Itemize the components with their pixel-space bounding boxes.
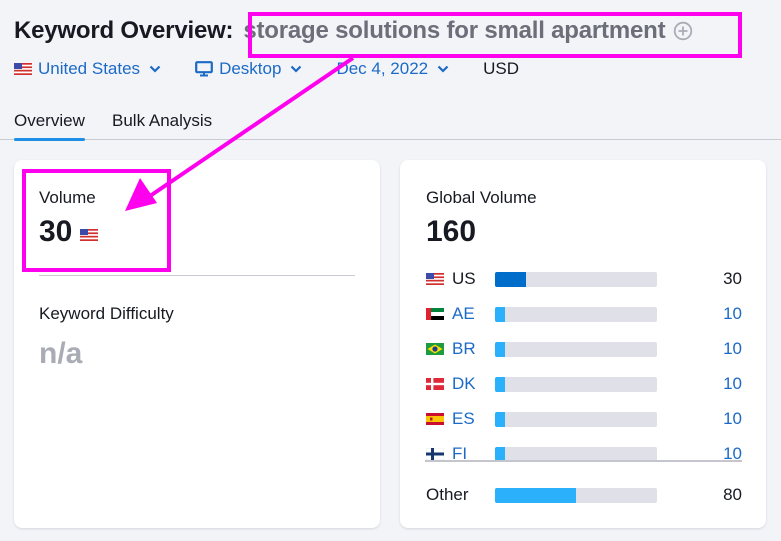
other-bar-fill	[495, 487, 576, 503]
volume-bar	[495, 271, 657, 287]
country-code[interactable]: DK	[452, 374, 494, 394]
global-volume-row-us: US 30	[426, 269, 742, 289]
country-volume-value[interactable]: 10	[723, 339, 742, 359]
chevron-down-icon	[290, 65, 302, 73]
volume-bar-fill	[495, 306, 505, 322]
global-volume-row-other: Other 80	[426, 485, 742, 505]
date-selector[interactable]: Dec 4, 2022	[336, 59, 449, 79]
currency-label: USD	[483, 59, 520, 78]
dk-flag-icon	[426, 375, 444, 390]
keyword-text: storage solutions for small apartment	[243, 17, 666, 44]
br-flag-icon	[426, 340, 444, 355]
page-title: Keyword Overview: storage solutions for …	[14, 17, 693, 45]
volume-bar-fill	[495, 341, 505, 357]
other-label: Other	[426, 485, 469, 504]
volume-bar	[495, 411, 657, 427]
volume-bar-fill	[495, 271, 526, 287]
title-prefix: Keyword Overview:	[14, 17, 234, 44]
us-flag-icon	[426, 270, 444, 285]
device-selector[interactable]: Desktop	[195, 59, 302, 79]
country-volume-value[interactable]: 10	[723, 304, 742, 324]
us-flag-icon	[80, 215, 99, 249]
country-code[interactable]: BR	[452, 339, 494, 359]
chevron-down-icon	[149, 65, 161, 73]
global-volume-row-br: BR 10	[426, 339, 742, 359]
volume-label: Volume	[39, 188, 96, 207]
country-volume-value[interactable]: 10	[723, 374, 742, 394]
volume-number: 30	[39, 215, 73, 248]
volume-bar	[495, 376, 657, 392]
tab-bulk-analysis[interactable]: Bulk Analysis	[112, 111, 212, 131]
keyword-difficulty-label: Keyword Difficulty	[39, 304, 174, 323]
volume-bar	[495, 341, 657, 357]
keyword-difficulty-value: n/a	[39, 337, 83, 370]
volume-card: Volume 30 Keyword Difficulty n/a	[14, 160, 380, 528]
volume-bar-fill	[495, 376, 505, 392]
other-bar	[495, 487, 657, 503]
device-label: Desktop	[219, 59, 282, 78]
chevron-down-icon	[437, 65, 449, 73]
global-volume-row-ae: AE 10	[426, 304, 742, 324]
country-code: US	[452, 269, 476, 288]
volume-bar-fill	[495, 411, 505, 427]
date-label: Dec 4, 2022	[336, 59, 429, 78]
filter-bar: United States Desktop Dec 4, 2022 USD	[14, 59, 519, 79]
country-selector[interactable]: United States	[14, 59, 161, 79]
other-value: 80	[723, 485, 742, 504]
plus-circle-icon[interactable]	[673, 21, 693, 41]
country-volume-value[interactable]: 10	[723, 409, 742, 429]
tab-bar: Overview Bulk Analysis	[0, 108, 781, 141]
global-volume-row-es: ES 10	[426, 409, 742, 429]
other-divider	[425, 460, 742, 462]
fi-flag-icon	[425, 445, 445, 461]
country-volume-value: 30	[723, 269, 742, 288]
ae-flag-icon	[426, 305, 444, 320]
global-volume-total: 160	[426, 215, 477, 248]
country-label: United States	[38, 59, 141, 78]
desktop-icon	[195, 61, 213, 77]
volume-value: 30	[39, 215, 99, 249]
country-code[interactable]: AE	[452, 304, 494, 324]
volume-bar	[495, 306, 657, 322]
global-volume-row-dk: DK 10	[426, 374, 742, 394]
us-flag-icon	[14, 63, 32, 75]
country-code[interactable]: ES	[452, 409, 494, 429]
es-flag-icon	[426, 410, 444, 425]
global-volume-label: Global Volume	[426, 188, 537, 207]
global-volume-card: Global Volume 160 US 30 AE 10 BR 10 DK 10 ES 10 FI…	[400, 160, 766, 528]
tab-overview[interactable]: Overview	[14, 111, 85, 141]
card-divider	[39, 275, 355, 276]
